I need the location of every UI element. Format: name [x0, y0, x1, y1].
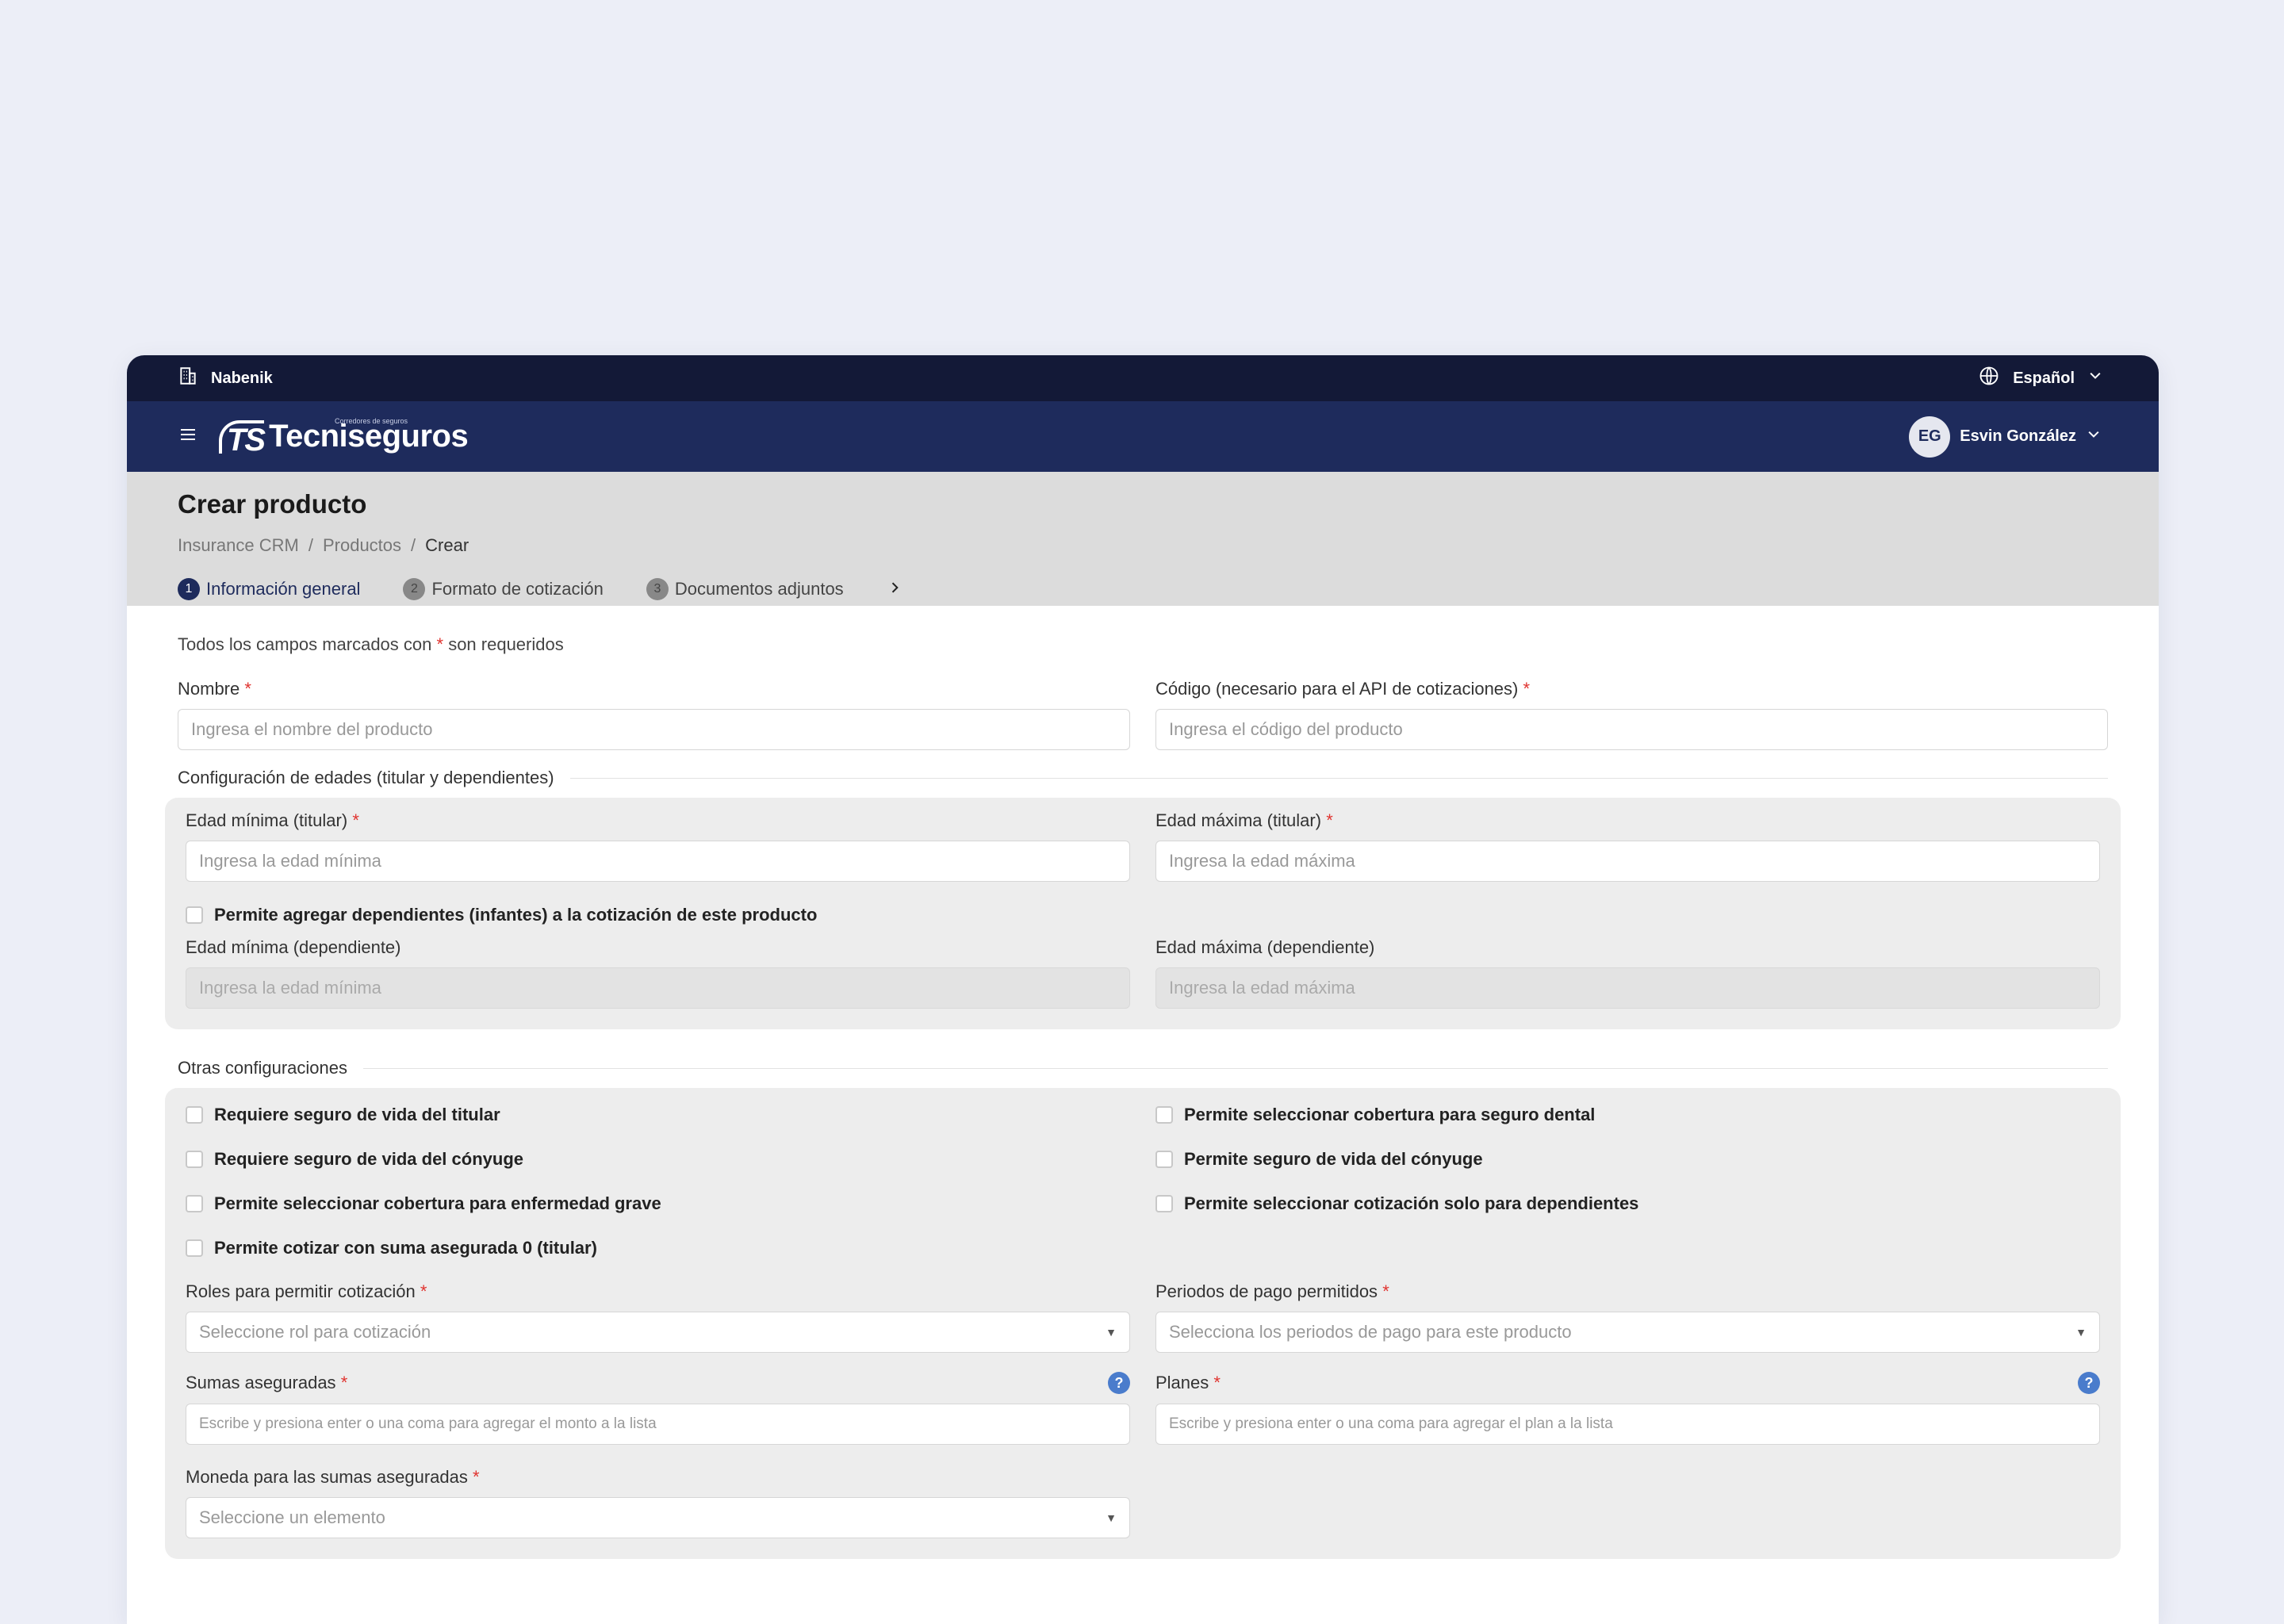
required-note-pre: Todos los campos marcados con — [178, 634, 432, 654]
required-note-post: son requeridos — [448, 634, 564, 654]
breadcrumb: Insurance CRM / Productos / Crear — [178, 535, 2108, 556]
help-icon[interactable]: ? — [2078, 1372, 2100, 1394]
plans-input[interactable]: Escribe y presiona enter o una coma para… — [1155, 1404, 2100, 1445]
dep-max-age-input: Ingresa la edad máxima — [1155, 967, 2100, 1009]
dep-min-age-label: Edad mínima (dependiente) — [186, 937, 401, 957]
breadcrumb-item-products[interactable]: Productos — [323, 535, 401, 556]
max-age-label: Edad máxima (titular) * — [1155, 810, 1333, 830]
breadcrumb-separator: / — [411, 535, 416, 555]
caret-down-icon: ▼ — [2075, 1326, 2087, 1339]
other-section-title: Otras configuraciones — [178, 1058, 2108, 1078]
ages-section-title: Configuración de edades (titular y depen… — [178, 768, 2108, 788]
step-label: Formato de cotización — [431, 578, 604, 599]
wizard-steps: 1 Información general 2 Formato de cotiz… — [178, 576, 2108, 601]
min-age-input[interactable]: Ingresa la edad mínima — [186, 841, 1130, 882]
dep-max-age-label: Edad máxima (dependiente) — [1155, 937, 1375, 957]
caret-down-icon: ▼ — [1106, 1511, 1117, 1524]
brand-mark: TS — [219, 419, 266, 456]
chevron-down-icon — [2086, 427, 2102, 447]
max-age-input[interactable]: Ingresa la edad máxima — [1155, 841, 2100, 882]
check-zero-sum-insured[interactable]: Permite cotizar con suma asegurada 0 (ti… — [186, 1226, 1130, 1270]
form-content: Todos los campos marcados con * son requ… — [127, 606, 2159, 1559]
step-number: 3 — [646, 577, 669, 600]
step-number: 1 — [178, 577, 200, 600]
check-spouse-life-insurance[interactable]: Permite seguro de vida del cónyuge — [1155, 1137, 2100, 1182]
app-window: Nabenik Español TS Tecniseguros Corredor… — [127, 355, 2159, 1624]
plans-label: Planes * — [1155, 1373, 1221, 1392]
user-name: Esvin González — [1960, 427, 2076, 445]
check-life-insurance-holder[interactable]: Requiere seguro de vida del titular — [186, 1093, 1130, 1137]
step-quote-format[interactable]: 2 Formato de cotización — [403, 577, 604, 600]
page-header: Crear producto Insurance CRM / Productos… — [127, 472, 2159, 606]
sums-insured-input[interactable]: Escribe y presiona enter o una coma para… — [186, 1404, 1130, 1445]
avatar: EG — [1909, 416, 1951, 458]
step-label: Documentos adjuntos — [674, 578, 844, 599]
globe-icon — [1978, 365, 2000, 392]
caret-down-icon: ▼ — [1106, 1326, 1117, 1339]
dep-min-age-input: Ingresa la edad mínima — [186, 967, 1130, 1009]
page-title: Crear producto — [178, 489, 367, 519]
name-label: Nombre * — [178, 679, 251, 699]
check-life-insurance-spouse-required[interactable]: Requiere seguro de vida del cónyuge — [186, 1137, 1130, 1182]
ages-panel: Edad mínima (titular) * Ingresa la edad … — [165, 798, 2121, 1029]
code-label: Código (necesario para el API de cotizac… — [1155, 679, 1531, 699]
min-age-label: Edad mínima (titular) * — [186, 810, 359, 830]
user-menu[interactable]: EG Esvin González — [1909, 416, 2102, 458]
top-bar: Nabenik Español — [127, 355, 2159, 401]
language-selector[interactable]: Español — [1978, 365, 2103, 392]
menu-icon[interactable] — [178, 425, 198, 448]
payment-periods-select[interactable]: Selecciona los periodos de pago para est… — [1155, 1312, 2100, 1353]
other-settings-panel: Requiere seguro de vida del titular Requ… — [165, 1088, 2121, 1559]
check-dental-coverage[interactable]: Permite seleccionar cobertura para segur… — [1155, 1093, 2100, 1137]
step-general-info[interactable]: 1 Información general — [178, 577, 361, 600]
step-label: Información general — [206, 578, 361, 599]
org-name: Nabenik — [211, 369, 273, 387]
chevron-right-icon[interactable] — [887, 576, 902, 601]
step-number: 2 — [403, 577, 426, 600]
periods-label: Periodos de pago permitidos * — [1155, 1281, 1389, 1301]
roles-label: Roles para permitir cotización * — [186, 1281, 427, 1301]
org-switcher[interactable]: Nabenik — [178, 366, 273, 391]
breadcrumb-separator: / — [308, 535, 313, 555]
brand-tagline: Corredores de seguros — [335, 417, 408, 425]
building-icon — [178, 366, 198, 391]
language-label: Español — [2013, 369, 2075, 387]
breadcrumb-item-crm[interactable]: Insurance CRM — [178, 535, 299, 556]
chevron-down-icon — [2087, 368, 2103, 389]
main-navbar: TS Tecniseguros Corredores de seguros EG… — [127, 401, 2159, 472]
currency-select[interactable]: Seleccione un elemento ▼ — [186, 1497, 1130, 1538]
help-icon[interactable]: ? — [1108, 1372, 1130, 1394]
check-critical-illness[interactable]: Permite seleccionar cobertura para enfer… — [186, 1182, 1130, 1226]
step-attachments[interactable]: 3 Documentos adjuntos — [646, 577, 844, 600]
code-input[interactable]: Ingresa el código del producto — [1155, 709, 2108, 750]
roles-select[interactable]: Seleccione rol para cotización ▼ — [186, 1312, 1130, 1353]
sums-label: Sumas aseguradas * — [186, 1373, 348, 1392]
name-input[interactable]: Ingresa el nombre del producto — [178, 709, 1130, 750]
allow-dependents-checkbox[interactable]: Permite agregar dependientes (infantes) … — [186, 893, 2100, 937]
brand-logo[interactable]: TS Tecniseguros Corredores de seguros — [219, 417, 469, 456]
required-star: * — [436, 634, 444, 654]
check-dependents-only-quote[interactable]: Permite seleccionar cotización solo para… — [1155, 1182, 2100, 1226]
required-note: Todos los campos marcados con * son requ… — [178, 634, 2108, 655]
breadcrumb-item-current: Crear — [425, 535, 469, 555]
currency-label: Moneda para las sumas aseguradas * — [186, 1467, 480, 1487]
